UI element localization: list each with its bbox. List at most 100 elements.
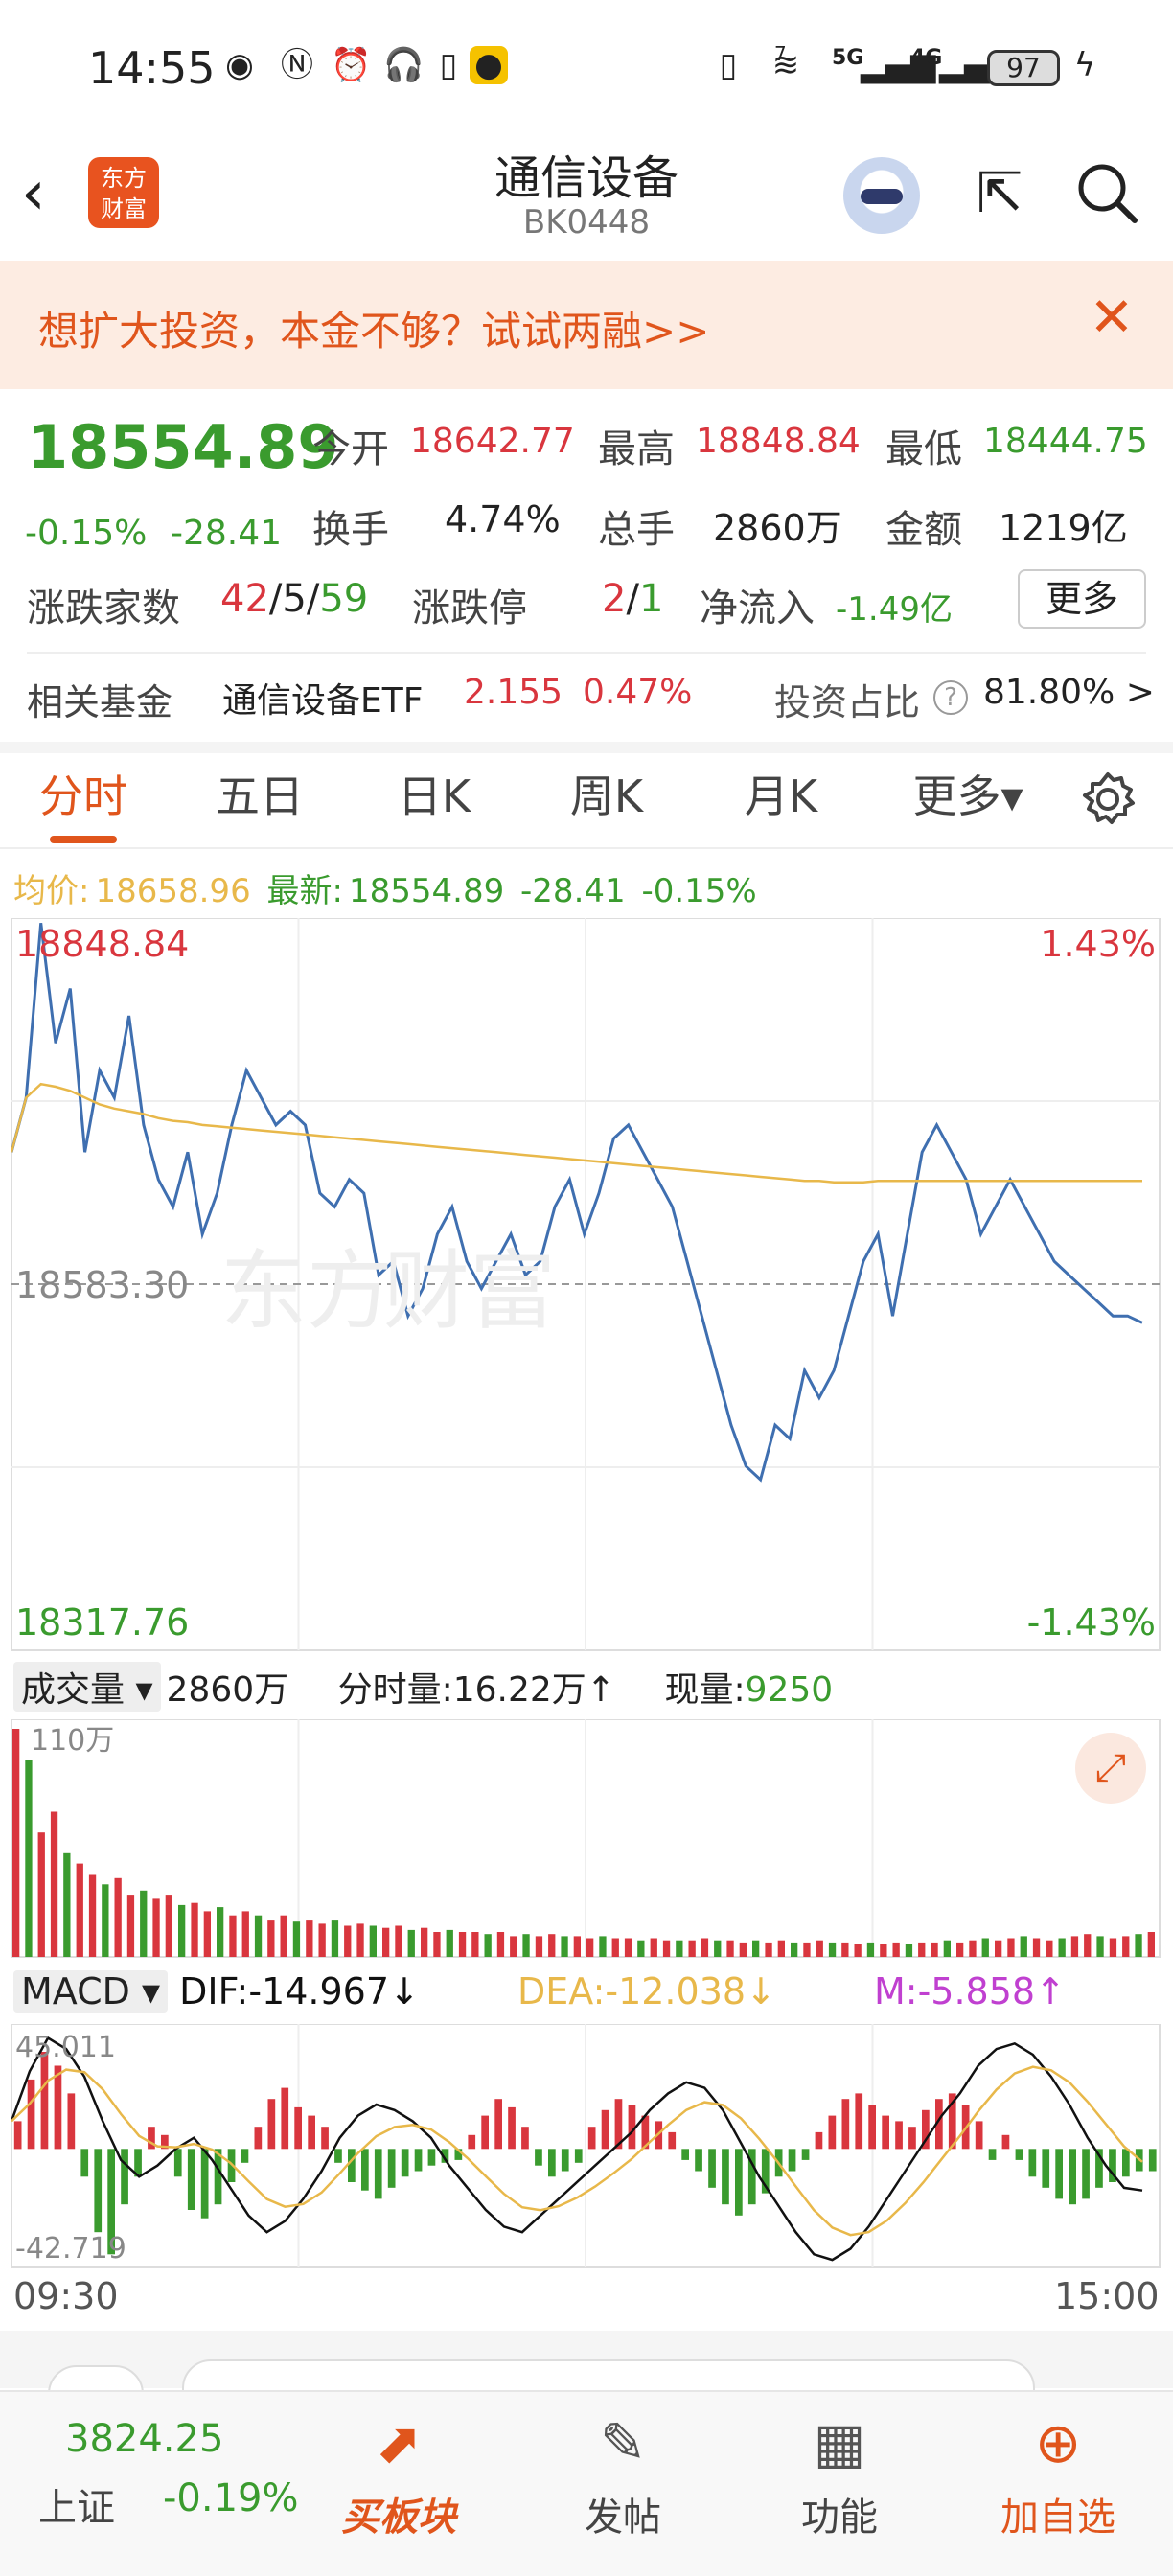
macd-bar [121,2149,128,2205]
y-top-label: 18848.84 [15,923,189,965]
nfc-icon: Ⓝ [281,46,313,84]
search-icon[interactable] [1073,159,1140,226]
dea-arrow: ↓ [746,1970,776,2012]
macd-bar [521,2127,529,2150]
tab-weekly-k[interactable]: 周K [544,753,669,849]
comment-peek [0,2331,1173,2423]
volume-total: 2860万 [166,1670,289,1710]
volume-bar [995,1940,1002,1957]
volume-title[interactable]: 成交量 [21,1670,125,1710]
add-watchlist-button[interactable]: ⊕ 加自选 [972,2409,1144,2542]
tab-more[interactable]: 更多▾ [891,753,1045,849]
macd-dropdown[interactable]: MACD ▾ [13,1970,169,2012]
macd-bar [13,2121,22,2150]
inflow-label: 净流入 [700,586,815,631]
current-price: 18554.89 [27,412,339,482]
macd-bar [1001,2134,1010,2150]
amount-value: 1219亿 [999,507,1128,549]
volume-value: 2860万 [713,507,842,549]
volume-bar [421,1927,428,1957]
volume-bar [267,1920,275,1957]
volume-bar [318,1923,326,1957]
volume-bar [1007,1938,1015,1957]
info-line: 均价: 18658.96 最新: 18554.89 -28.41 -0.15% [13,864,763,911]
macd-bar [361,2149,369,2191]
macd-header: MACD ▾ DIF:-14.967↓ DEA:-12.038↓ M:-5.85… [13,1970,1066,2012]
fund-name[interactable]: 通信设备ETF [222,673,423,723]
volume-bar [63,1852,71,1957]
functions-label: 功能 [801,2496,878,2540]
post-button[interactable]: ✎ 发帖 [537,2409,709,2542]
volume-bars [12,1729,1155,1957]
index-name[interactable]: 上证 [38,2476,115,2532]
avg-value: 18658.96 [95,872,251,910]
page-title: 通信设备 [494,151,678,205]
fund-change: 0.47% [583,673,693,712]
volume-bar [854,1944,862,1957]
volume-bar [765,1942,772,1957]
functions-button[interactable]: ▦ 功能 [753,2409,926,2542]
volume-bar [407,1929,415,1957]
volume-bar [599,1936,607,1957]
latest-label: 最新: [266,872,343,910]
volume-bar [714,1940,722,1957]
volume-bar [472,1932,479,1957]
promo-banner-text[interactable]: 想扩大投资，本金不够？试试两融>> [38,299,709,357]
volume-bar [688,1940,696,1957]
volume-bar [331,1920,339,1957]
eye-icon: ◉ [225,46,254,84]
app-logo: 东方 财富 [88,157,159,228]
back-icon[interactable]: ‹ [21,155,79,232]
volume-bar [25,1760,33,1957]
open-value: 18642.77 [410,422,575,461]
macd-bar [387,2149,396,2188]
macd-bar [855,2093,863,2150]
volume-bar [458,1932,467,1957]
volume-bar [676,1940,683,1957]
low-value: 18444.75 [983,422,1148,461]
volume-bar [739,1942,747,1957]
robot-assistant-icon[interactable] [843,157,920,234]
volume-bar [611,1938,619,1957]
volume-bar [382,1927,390,1957]
expand-icon[interactable]: ⤢ [1075,1733,1146,1804]
volume-bar [866,1942,875,1957]
current-volume-label: 现量: [664,1670,746,1710]
volume-chart[interactable]: 110万 [12,1719,1162,1959]
macd-bar [334,2149,342,2163]
volume-bar [152,1898,160,1957]
macd-bar [281,2087,289,2150]
index-value[interactable]: 3824.25 [65,2417,223,2461]
tab-monthly-k[interactable]: 月K [719,753,843,849]
dea-label: DEA:-12.038 [517,1970,747,2012]
macd-bar [681,2149,689,2160]
volume-bar [510,1936,518,1957]
tab-daily-k[interactable]: 日K [372,753,496,849]
volume-bar [791,1942,798,1957]
macd-bar [54,2065,62,2150]
more-button[interactable]: 更多 [1018,569,1146,629]
share-icon[interactable]: ⇱ [966,159,1033,226]
volume-dropdown[interactable]: 成交量 ▾ [13,1662,161,1712]
close-icon[interactable]: ✕ [1083,289,1140,347]
help-icon[interactable]: ? [933,680,968,715]
tab-intraday[interactable]: 分时 [21,753,146,849]
volume-bar [548,1934,556,1957]
macd-bar [735,2149,743,2216]
macd-title[interactable]: MACD [21,1970,130,2012]
m-arrow: ↑ [1035,1970,1066,2012]
macd-bar [508,2106,516,2150]
promo-banner[interactable]: 想扩大投资，本金不够？试试两融>> ✕ [0,261,1173,389]
open-label: 今开 [312,427,389,472]
tab-five-day[interactable]: 五日 [197,753,322,849]
ratio-value[interactable]: 81.80% > [983,673,1155,712]
macd-bar [80,2149,89,2177]
intraday-chart[interactable]: 东方 财富 18848.84 18583.30 18317.76 1.43% -… [12,918,1162,1652]
weibo-icon: ● [470,46,508,84]
macd-chart[interactable]: 45.011 -42.719 [12,2024,1162,2269]
buy-sector-button[interactable]: ⬈ 买板块 [312,2409,485,2542]
macd-bar [321,2127,329,2150]
limit-down: 1 [638,577,664,621]
macd-bar [828,2115,837,2150]
gear-icon[interactable] [1077,769,1138,830]
